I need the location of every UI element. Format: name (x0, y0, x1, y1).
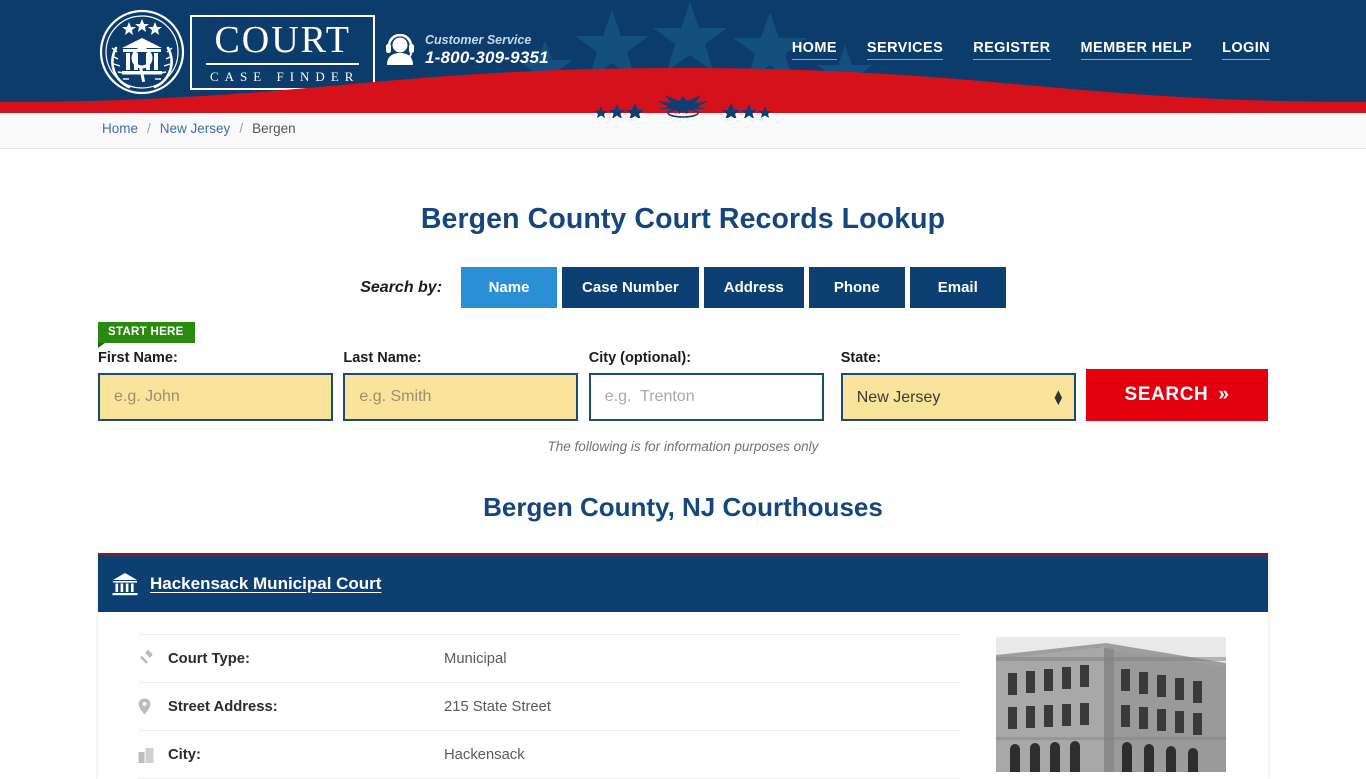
search-by-tabs: Search by: Name Case Number Address Phon… (0, 267, 1366, 308)
state-label: State: (840, 350, 882, 366)
courthouse-card-header: Hackensack Municipal Court (98, 556, 1268, 612)
courthouse-card-body: Court Type: Municipal Street Address: 21… (98, 612, 1268, 779)
nav-item-member-help[interactable]: MEMBER HELP (1080, 40, 1193, 60)
customer-service-phone[interactable]: 1-800-309-9351 (425, 48, 549, 68)
courthouse-name-link[interactable]: Hackensack Municipal Court (150, 574, 381, 594)
row-value: Municipal (444, 650, 507, 667)
breadcrumb-separator: / (239, 121, 244, 136)
first-name-input[interactable] (98, 373, 333, 421)
search-form: START HERE First Name: Last Name: City (… (0, 322, 1366, 427)
row-value: 215 State Street (444, 698, 551, 715)
page-content: Bergen County Court Records Lookup Searc… (0, 149, 1366, 779)
main-navigation: HOME SERVICES REGISTER MEMBER HELP LOGIN (791, 40, 1270, 60)
search-button-label: SEARCH (1124, 384, 1209, 405)
breadcrumb-item-bergen: Bergen (252, 121, 296, 136)
city-input[interactable] (588, 373, 824, 421)
table-row: City: Hackensack (138, 731, 960, 779)
breadcrumb-item-new-jersey[interactable]: New Jersey (160, 121, 231, 136)
first-name-label: First Name: (98, 350, 178, 366)
breadcrumb: Home / New Jersey / Bergen (102, 121, 296, 136)
city-field-group: City (optional): (588, 350, 824, 421)
search-by-label: Search by: (360, 278, 443, 296)
row-value: Hackensack (444, 746, 525, 763)
table-row: Court Type: Municipal (138, 635, 960, 683)
nav-item-login[interactable]: LOGIN (1222, 40, 1270, 60)
tab-name[interactable]: Name (461, 267, 558, 308)
site-header: COURT CASE FINDER Customer Service 1-800… (0, 0, 1366, 105)
courthouse-card: Hackensack Municipal Court Court Type: M… (98, 553, 1268, 779)
logo-wordmark: COURT CASE FINDER (190, 14, 376, 90)
tab-address[interactable]: Address (703, 267, 804, 308)
courthouse-building-photo (996, 637, 1226, 772)
table-row: Street Address: 215 State Street (138, 683, 960, 731)
row-label: Street Address: (168, 698, 278, 715)
last-name-label: Last Name: (343, 350, 422, 366)
site-logo[interactable]: COURT CASE FINDER (96, 8, 376, 96)
breadcrumb-separator: / (147, 121, 151, 136)
search-button[interactable]: SEARCH » (1086, 369, 1268, 421)
last-name-input[interactable] (343, 373, 579, 421)
breadcrumb-bar: Home / New Jersey / Bergen (0, 113, 1366, 149)
tab-email[interactable]: Email (909, 267, 1006, 308)
headset-support-icon (386, 34, 414, 66)
state-field-group: State: New Jersey ▲ ▼ (840, 350, 1076, 421)
first-name-field-group: First Name: (98, 350, 333, 421)
nav-item-services[interactable]: SERVICES (866, 40, 944, 60)
customer-service-label: Customer Service (425, 33, 532, 47)
tab-case-number[interactable]: Case Number (562, 267, 699, 308)
last-name-field-group: Last Name: (343, 350, 579, 421)
customer-service-block[interactable]: Customer Service 1-800-309-9351 (385, 33, 549, 68)
start-here-badge: START HERE (98, 322, 195, 348)
information-purposes-note: The following is for information purpose… (547, 439, 819, 454)
city-label: City (optional): (588, 350, 692, 366)
logo-main-text: COURT (206, 21, 360, 65)
row-label: Court Type: (168, 650, 250, 667)
breadcrumb-item-home[interactable]: Home (102, 121, 138, 136)
gavel-icon (138, 650, 168, 667)
eagle-stars-emblem (594, 95, 772, 118)
nav-item-register[interactable]: REGISTER (973, 40, 1051, 60)
tab-phone[interactable]: Phone (808, 267, 905, 308)
nav-item-home[interactable]: HOME (791, 40, 837, 60)
map-pin-icon (138, 698, 168, 715)
courthouses-section-title: Bergen County, NJ Courthouses (483, 492, 883, 522)
state-select[interactable]: New Jersey (840, 373, 1076, 421)
courthouse-detail-list: Court Type: Municipal Street Address: 21… (138, 634, 960, 779)
double-chevron-right-icon: » (1218, 384, 1230, 405)
bank-courthouse-icon (112, 573, 138, 596)
court-seal-icon (99, 9, 185, 95)
page-title: Bergen County Court Records Lookup (420, 203, 946, 235)
city-icon (138, 747, 168, 763)
row-label: City: (168, 746, 201, 763)
logo-sub-text: CASE FINDER (210, 68, 360, 84)
